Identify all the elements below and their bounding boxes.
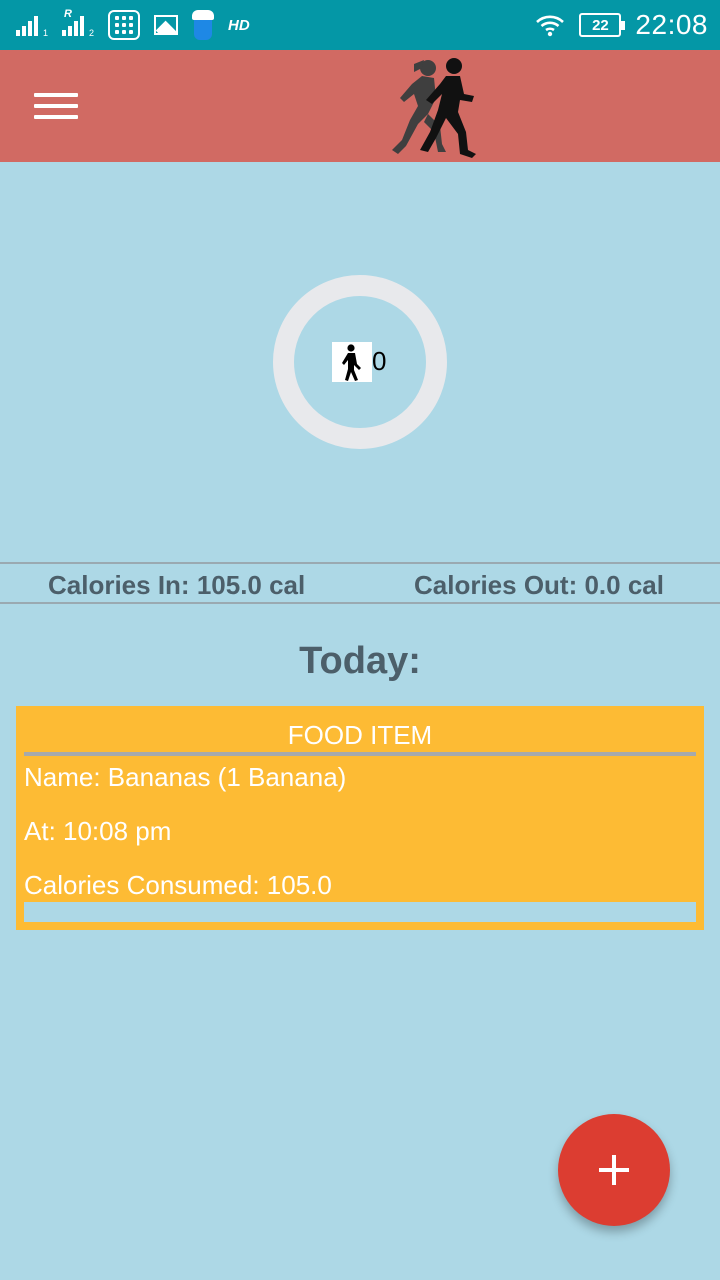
food-time: At: 10:08 pm — [24, 816, 172, 846]
today-heading: Today: — [299, 640, 421, 682]
sim-card-icon — [108, 10, 140, 40]
status-left: 1 R 2 HD — [16, 8, 250, 42]
status-right: 22 22:08 — [535, 8, 708, 42]
calories-in-label: Calories In: 105.0 cal — [48, 570, 306, 600]
signal-sim2-label: 2 — [88, 28, 94, 38]
plus-icon — [599, 1155, 629, 1185]
app-bar — [0, 50, 720, 162]
battery-icon: 22 — [579, 13, 626, 37]
cup-notification-icon — [192, 10, 214, 40]
add-entry-button[interactable] — [558, 1114, 670, 1226]
food-item-card[interactable]: FOOD ITEM Name: Bananas (1 Banana) At: 1… — [16, 706, 704, 930]
calories-out-label: Calories Out: 0.0 cal — [414, 570, 664, 600]
roaming-label: R — [64, 8, 72, 20]
signal-strength-icon: 1 — [16, 12, 48, 38]
status-bar: 1 R 2 HD 22 22:08 — [0, 0, 720, 50]
wifi-icon — [536, 15, 565, 37]
hamburger-menu-icon[interactable] — [34, 90, 78, 122]
hd-voice-label: HD — [228, 16, 250, 34]
status-clock: 22:08 — [635, 9, 708, 40]
gallery-notification-icon — [154, 15, 178, 35]
food-name: Name: Bananas (1 Banana) — [24, 762, 347, 792]
food-card-title: FOOD ITEM — [287, 720, 433, 750]
signal-roaming-icon: R 2 — [62, 8, 94, 38]
battery-level: 22 — [592, 16, 609, 34]
food-calories: Calories Consumed: 105.0 — [24, 870, 332, 900]
runners-silhouette-icon — [392, 58, 476, 158]
calories-summary: Calories In: 105.0 cal Calories Out: 0.0… — [0, 562, 720, 604]
food-card-footer — [24, 902, 696, 922]
signal-sim1-label: 1 — [42, 28, 48, 38]
food-card-divider — [24, 752, 696, 756]
step-count: 0 — [372, 346, 387, 376]
walking-person-icon — [332, 342, 372, 382]
